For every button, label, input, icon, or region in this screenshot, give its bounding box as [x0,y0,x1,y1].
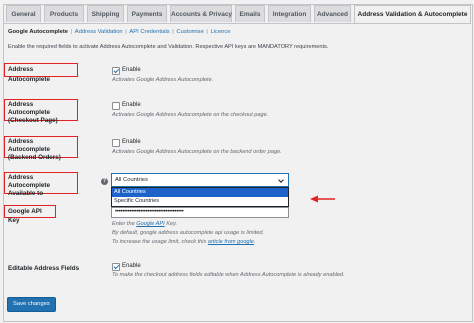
api-key-increase-note: To increase the usage limit, check this … [112,239,256,245]
save-changes-button[interactable]: Save changes [7,297,56,312]
tab-general[interactable]: General [6,5,41,22]
label-autocomplete-available-to: Address Autocomplete Available to [4,172,78,197]
subnav-api-credentials[interactable]: API Credentials [129,29,169,35]
checkbox-label: Enable [122,139,141,145]
option-all-countries[interactable]: All Countries [112,188,288,197]
tab-shipping[interactable]: Shipping [87,5,124,22]
field-description: To make the checkout address fields edit… [112,272,345,278]
tab-bar: General Products Shipping Payments Accou… [3,5,471,24]
google-article-link[interactable]: article from google [208,239,254,245]
api-key-note: Enter the Google API Key. [112,221,178,227]
tab-address-validation[interactable]: Address Validation & Autocomplete [354,5,471,23]
subnav-address-validation[interactable]: Address Validation [75,29,123,35]
tab-integration[interactable]: Integration [268,5,311,22]
subnav-current: Google Autocomplete [8,29,69,35]
label-address-autocomplete: Address Autocomplete [4,63,78,83]
checkbox-label: Enable [122,263,141,269]
field-description: Activates Google Address Autocomplete on… [112,112,269,118]
checkbox-autocomplete-backend[interactable] [112,139,120,147]
api-key-limit-note: By default, google address autocomplete … [112,230,265,236]
label-google-api-key: Google API Key [4,205,56,224]
arrow-left-icon [310,195,335,203]
checkbox-label: Enable [122,102,141,108]
label-editable-address-fields: Editable Address Fields [8,265,80,272]
tab-products[interactable]: Products [44,5,84,22]
google-api-key-input[interactable]: •••••••••••••••••••••••••••••••••••••• [111,207,289,218]
sub-navigation: Google Autocomplete | Address Validation… [8,29,231,35]
available-to-select[interactable]: All Countries [111,173,289,187]
tab-accounts-privacy[interactable]: Accounts & Privacy [170,5,232,22]
label-autocomplete-backend: Address Autocomplete (Backend Orders) [4,136,78,161]
question-icon[interactable]: ? [101,178,108,185]
option-specific-countries[interactable]: Specific Countries [112,197,288,206]
subnav-licence[interactable]: Licence [211,29,231,35]
available-to-dropdown: All Countries Specific Countries [111,187,289,207]
tab-advanced[interactable]: Advanced [314,5,351,22]
checkbox-autocomplete-checkout[interactable] [112,102,120,110]
intro-text: Enable the required fields to activate A… [8,44,329,50]
field-description: Activates Google Address Autocomplete. [112,77,214,83]
field-description: Activates Google Address Autocomplete on… [112,149,282,155]
google-api-link[interactable]: Google API [136,221,164,227]
tab-emails[interactable]: Emails [235,5,265,22]
tab-payments[interactable]: Payments [127,5,167,22]
label-autocomplete-checkout: Address Autocomplete (Checkout Page) [4,99,78,124]
checkbox-address-autocomplete[interactable] [112,67,120,75]
checkbox-editable-address-fields[interactable] [112,263,120,271]
subnav-customise[interactable]: Customise [176,29,203,35]
chevron-down-icon [278,177,284,183]
checkbox-label: Enable [122,67,141,73]
